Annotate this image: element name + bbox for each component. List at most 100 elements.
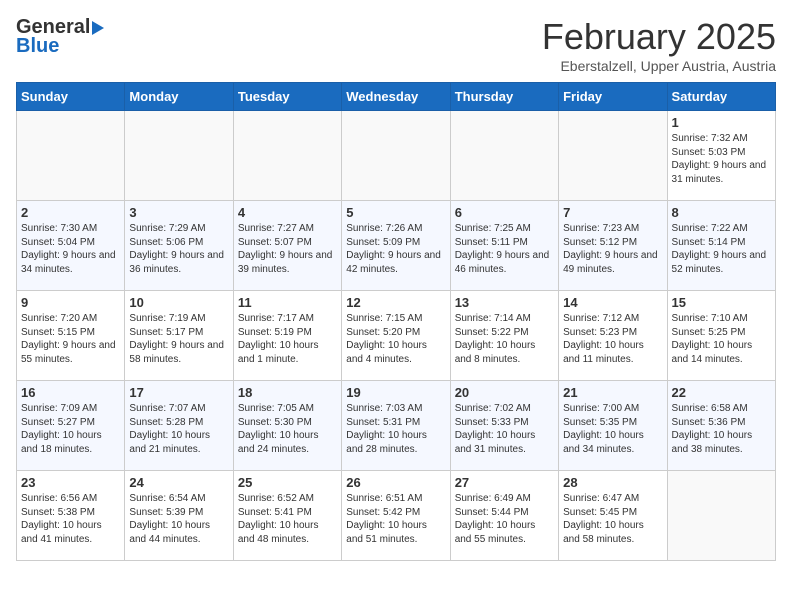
calendar-cell: 15 Sunrise: 7:10 AM Sunset: 5:25 PM Dayli… xyxy=(667,291,775,381)
column-header-wednesday: Wednesday xyxy=(342,83,450,111)
calendar-week-row: 1 Sunrise: 7:32 AM Sunset: 5:03 PM Daylig… xyxy=(17,111,776,201)
column-header-sunday: Sunday xyxy=(17,83,125,111)
calendar-cell: 8 Sunrise: 7:22 AM Sunset: 5:14 PM Daylig… xyxy=(667,201,775,291)
day-number: 11 xyxy=(238,295,337,310)
column-header-tuesday: Tuesday xyxy=(233,83,341,111)
day-info: Sunrise: 7:14 AM Sunset: 5:22 PM Dayligh… xyxy=(455,312,554,366)
day-number: 1 xyxy=(672,115,771,130)
calendar-cell xyxy=(233,111,341,201)
day-number: 4 xyxy=(238,205,337,220)
day-info: Sunrise: 7:30 AM Sunset: 5:04 PM Dayligh… xyxy=(21,222,120,276)
calendar-week-row: 9 Sunrise: 7:20 AM Sunset: 5:15 PM Daylig… xyxy=(17,291,776,381)
calendar-cell: 2 Sunrise: 7:30 AM Sunset: 5:04 PM Daylig… xyxy=(17,201,125,291)
day-info: Sunrise: 6:54 AM Sunset: 5:39 PM Dayligh… xyxy=(129,492,228,546)
logo-arrow-icon xyxy=(92,21,104,35)
calendar-cell xyxy=(17,111,125,201)
calendar-week-row: 16Sunrise: 7:09 AM Sunset: 5:27 PM Dayli… xyxy=(17,381,776,471)
day-info: Sunrise: 7:02 AM Sunset: 5:33 PM Dayligh… xyxy=(455,402,554,456)
day-number: 8 xyxy=(672,205,771,220)
title-block: February 2025 Eberstalzell, Upper Austri… xyxy=(542,16,776,74)
calendar-cell: 17 Sunrise: 7:07 AM Sunset: 5:28 PM Dayli… xyxy=(125,381,233,471)
day-info: Sunrise: 6:52 AM Sunset: 5:41 PM Dayligh… xyxy=(238,492,337,546)
calendar-cell xyxy=(450,111,558,201)
day-number: 18 xyxy=(238,385,337,400)
day-info: Sunrise: 7:23 AM Sunset: 5:12 PM Dayligh… xyxy=(563,222,662,276)
day-info: Sunrise: 7:17 AM Sunset: 5:19 PM Dayligh… xyxy=(238,312,337,366)
calendar-cell xyxy=(125,111,233,201)
logo: General Blue xyxy=(16,16,106,58)
calendar-table: SundayMondayTuesdayWednesdayThursdayFrid… xyxy=(16,82,776,561)
calendar-cell: 5 Sunrise: 7:26 AM Sunset: 5:09 PM Daylig… xyxy=(342,201,450,291)
day-number: 2 xyxy=(21,205,120,220)
calendar-cell xyxy=(667,471,775,561)
day-number: 28 xyxy=(563,475,662,490)
calendar-cell: 9 Sunrise: 7:20 AM Sunset: 5:15 PM Daylig… xyxy=(17,291,125,381)
calendar-cell: 10Sunrise: 7:19 AM Sunset: 5:17 PM Dayli… xyxy=(125,291,233,381)
calendar-cell: 6 Sunrise: 7:25 AM Sunset: 5:11 PM Daylig… xyxy=(450,201,558,291)
column-header-thursday: Thursday xyxy=(450,83,558,111)
day-info: Sunrise: 7:03 AM Sunset: 5:31 PM Dayligh… xyxy=(346,402,445,456)
day-number: 22 xyxy=(672,385,771,400)
day-info: Sunrise: 7:26 AM Sunset: 5:09 PM Dayligh… xyxy=(346,222,445,276)
calendar-cell: 4 Sunrise: 7:27 AM Sunset: 5:07 PM Daylig… xyxy=(233,201,341,291)
day-number: 12 xyxy=(346,295,445,310)
day-number: 16 xyxy=(21,385,120,400)
day-number: 27 xyxy=(455,475,554,490)
calendar-cell: 26 Sunrise: 6:51 AM Sunset: 5:42 PM Dayli… xyxy=(342,471,450,561)
day-number: 5 xyxy=(346,205,445,220)
calendar-cell: 20 Sunrise: 7:02 AM Sunset: 5:33 PM Dayli… xyxy=(450,381,558,471)
calendar-cell: 16Sunrise: 7:09 AM Sunset: 5:27 PM Dayli… xyxy=(17,381,125,471)
day-number: 20 xyxy=(455,385,554,400)
calendar-cell: 25 Sunrise: 6:52 AM Sunset: 5:41 PM Dayli… xyxy=(233,471,341,561)
calendar-cell: 1 Sunrise: 7:32 AM Sunset: 5:03 PM Daylig… xyxy=(667,111,775,201)
column-header-saturday: Saturday xyxy=(667,83,775,111)
day-info: Sunrise: 7:10 AM Sunset: 5:25 PM Dayligh… xyxy=(672,312,771,366)
calendar-cell: 18 Sunrise: 7:05 AM Sunset: 5:30 PM Dayli… xyxy=(233,381,341,471)
day-number: 14 xyxy=(563,295,662,310)
calendar-cell: 23Sunrise: 6:56 AM Sunset: 5:38 PM Dayli… xyxy=(17,471,125,561)
calendar-header-row: SundayMondayTuesdayWednesdayThursdayFrid… xyxy=(17,83,776,111)
calendar-cell: 7Sunrise: 7:23 AM Sunset: 5:12 PM Daylig… xyxy=(559,201,667,291)
day-number: 24 xyxy=(129,475,228,490)
day-info: Sunrise: 6:51 AM Sunset: 5:42 PM Dayligh… xyxy=(346,492,445,546)
calendar-cell: 13 Sunrise: 7:14 AM Sunset: 5:22 PM Dayli… xyxy=(450,291,558,381)
day-info: Sunrise: 7:32 AM Sunset: 5:03 PM Dayligh… xyxy=(672,132,771,186)
calendar-cell: 21Sunrise: 7:00 AM Sunset: 5:35 PM Dayli… xyxy=(559,381,667,471)
day-number: 17 xyxy=(129,385,228,400)
day-number: 15 xyxy=(672,295,771,310)
calendar-title: February 2025 xyxy=(542,16,776,58)
calendar-cell xyxy=(559,111,667,201)
day-number: 10 xyxy=(129,295,228,310)
calendar-week-row: 23Sunrise: 6:56 AM Sunset: 5:38 PM Dayli… xyxy=(17,471,776,561)
calendar-cell: 3 Sunrise: 7:29 AM Sunset: 5:06 PM Daylig… xyxy=(125,201,233,291)
page-header: General Blue February 2025 Eberstalzell,… xyxy=(16,16,776,74)
day-number: 6 xyxy=(455,205,554,220)
day-info: Sunrise: 7:07 AM Sunset: 5:28 PM Dayligh… xyxy=(129,402,228,456)
calendar-location: Eberstalzell, Upper Austria, Austria xyxy=(542,58,776,74)
calendar-week-row: 2 Sunrise: 7:30 AM Sunset: 5:04 PM Daylig… xyxy=(17,201,776,291)
calendar-cell: 14 Sunrise: 7:12 AM Sunset: 5:23 PM Dayli… xyxy=(559,291,667,381)
calendar-cell: 12Sunrise: 7:15 AM Sunset: 5:20 PM Dayli… xyxy=(342,291,450,381)
day-number: 13 xyxy=(455,295,554,310)
column-header-monday: Monday xyxy=(125,83,233,111)
day-info: Sunrise: 7:05 AM Sunset: 5:30 PM Dayligh… xyxy=(238,402,337,456)
day-number: 26 xyxy=(346,475,445,490)
day-info: Sunrise: 7:20 AM Sunset: 5:15 PM Dayligh… xyxy=(21,312,120,366)
day-info: Sunrise: 6:49 AM Sunset: 5:44 PM Dayligh… xyxy=(455,492,554,546)
calendar-cell: 22Sunrise: 6:58 AM Sunset: 5:36 PM Dayli… xyxy=(667,381,775,471)
calendar-cell: 19 Sunrise: 7:03 AM Sunset: 5:31 PM Dayli… xyxy=(342,381,450,471)
calendar-cell: 11 Sunrise: 7:17 AM Sunset: 5:19 PM Dayli… xyxy=(233,291,341,381)
day-info: Sunrise: 7:22 AM Sunset: 5:14 PM Dayligh… xyxy=(672,222,771,276)
calendar-cell xyxy=(342,111,450,201)
day-number: 21 xyxy=(563,385,662,400)
calendar-cell: 24 Sunrise: 6:54 AM Sunset: 5:39 PM Dayli… xyxy=(125,471,233,561)
day-info: Sunrise: 7:27 AM Sunset: 5:07 PM Dayligh… xyxy=(238,222,337,276)
day-number: 9 xyxy=(21,295,120,310)
day-number: 25 xyxy=(238,475,337,490)
day-number: 19 xyxy=(346,385,445,400)
calendar-cell: 27 Sunrise: 6:49 AM Sunset: 5:44 PM Dayli… xyxy=(450,471,558,561)
day-number: 3 xyxy=(129,205,228,220)
day-info: Sunrise: 7:29 AM Sunset: 5:06 PM Dayligh… xyxy=(129,222,228,276)
day-info: Sunrise: 7:25 AM Sunset: 5:11 PM Dayligh… xyxy=(455,222,554,276)
day-info: Sunrise: 7:12 AM Sunset: 5:23 PM Dayligh… xyxy=(563,312,662,366)
